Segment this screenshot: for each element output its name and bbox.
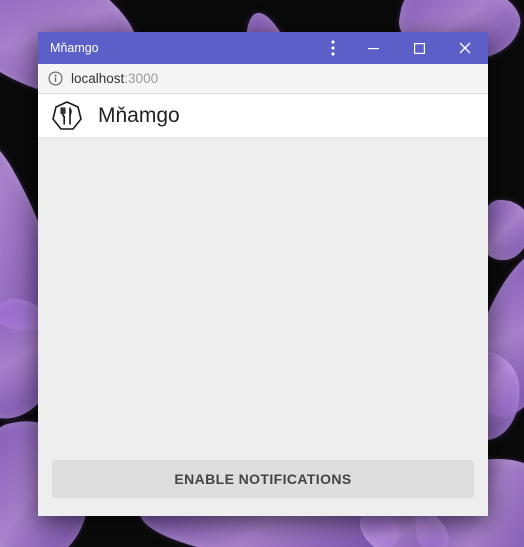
app-body: ENABLE NOTIFICATIONS [38,138,488,516]
app-logo-icon [52,101,82,131]
enable-notifications-button[interactable]: ENABLE NOTIFICATIONS [52,460,474,498]
minimize-button[interactable] [350,32,396,64]
maximize-icon [414,43,425,54]
info-icon [48,71,63,86]
url-host: localhost [71,71,124,86]
titlebar[interactable]: Mňamgo [38,32,488,64]
app-window: Mňamgo localhost:3000 [38,32,488,516]
window-menu-button[interactable] [316,32,350,64]
app-title: Mňamgo [98,104,180,128]
close-icon [459,42,471,54]
window-title: Mňamgo [50,41,99,55]
url-text: localhost:3000 [71,71,158,86]
maximize-button[interactable] [396,32,442,64]
app-header: Mňamgo [38,94,488,138]
kebab-menu-icon [331,40,335,56]
close-button[interactable] [442,32,488,64]
url-port: :3000 [124,71,158,86]
minimize-icon [368,43,379,54]
address-bar[interactable]: localhost:3000 [38,64,488,94]
